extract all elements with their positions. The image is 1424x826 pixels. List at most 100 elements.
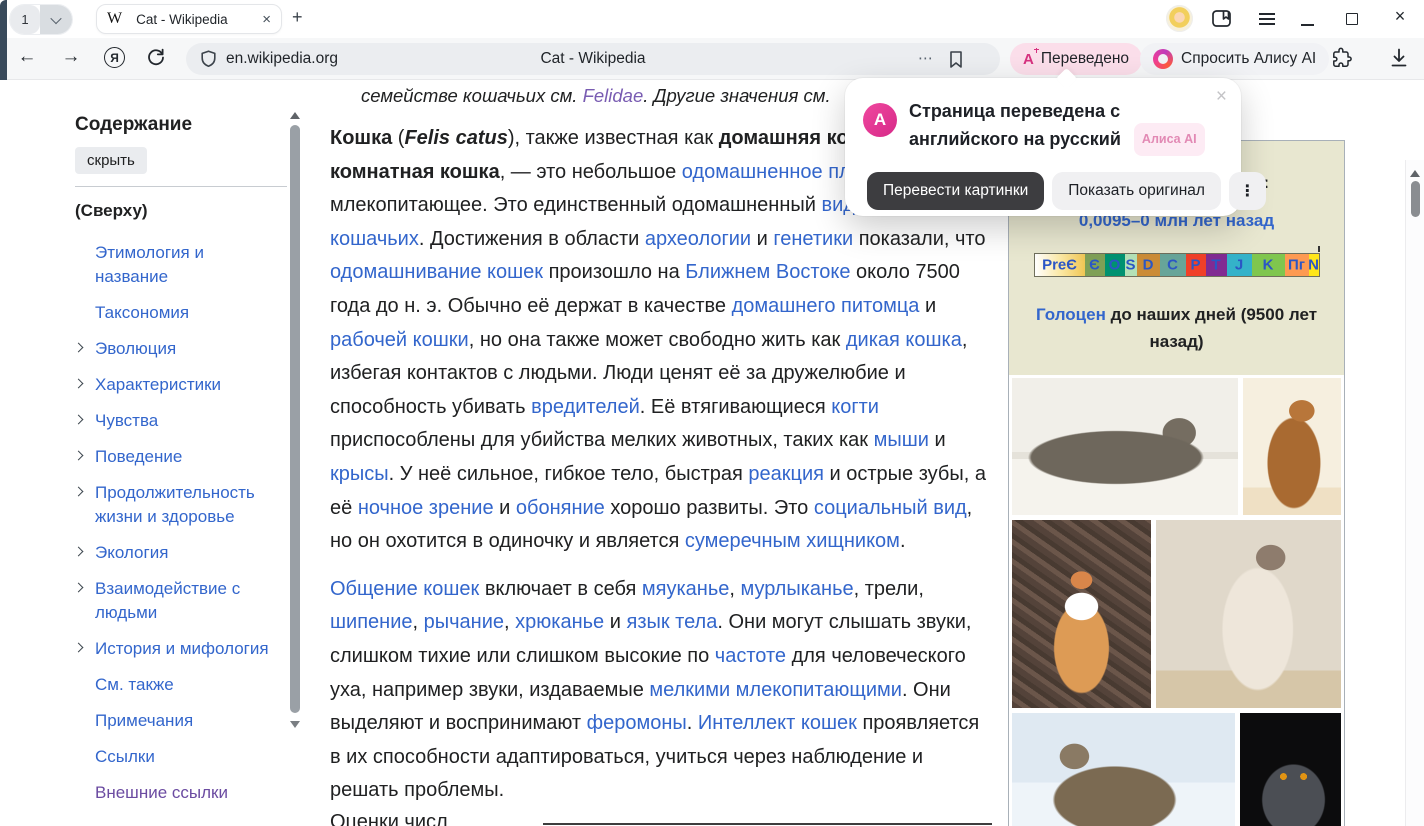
tab-counter[interactable]: 1 <box>10 5 40 34</box>
geologic-timeline[interactable]: PreЄЄOSDCPTJKПгN <box>1034 253 1320 277</box>
translated-button[interactable]: A Переведено <box>1010 43 1142 75</box>
close-window-button[interactable]: × <box>1388 6 1412 27</box>
toc-item-label[interactable]: Ссылки <box>95 747 155 766</box>
toc-item-label[interactable]: История и мифология <box>95 639 269 658</box>
holocene-link[interactable]: Голоцен <box>1036 305 1106 324</box>
timeline-period-PreЄ[interactable]: PreЄ <box>1035 254 1085 276</box>
toc-item[interactable]: Поведение <box>75 445 273 469</box>
chevron-right-icon[interactable] <box>74 379 84 389</box>
page-scrollbar[interactable] <box>1405 160 1424 826</box>
chevron-right-icon[interactable] <box>74 343 84 353</box>
toc-item-label[interactable]: Таксономия <box>95 303 189 322</box>
timeline-period-D[interactable]: D <box>1137 254 1160 276</box>
inline-link[interactable]: мелкими млекопитающими <box>649 679 902 701</box>
inline-link[interactable]: частоте <box>715 645 786 667</box>
cat-photo-siamese-cat[interactable] <box>1156 520 1341 708</box>
toc-item[interactable]: См. также <box>75 673 273 697</box>
cat-photo-abyssinian-cat-sitting[interactable] <box>1243 378 1341 515</box>
inline-link[interactable]: Felidae <box>583 85 644 106</box>
yandex-home-icon[interactable]: Я <box>104 47 125 68</box>
inline-link[interactable]: обоняние <box>516 497 605 519</box>
timeline-period-S[interactable]: S <box>1125 254 1137 276</box>
translate-images-button[interactable]: Перевести картинки <box>867 172 1044 210</box>
inline-link[interactable]: рычание <box>424 611 504 633</box>
inline-link[interactable]: когти <box>831 396 879 418</box>
toc-item-label[interactable]: Экология <box>95 543 168 562</box>
inline-link[interactable]: хрюканье <box>515 611 604 633</box>
tab-cat-wikipedia[interactable]: W Cat - Wikipedia × <box>96 4 282 34</box>
cat-photo-gray-cat-dark[interactable] <box>1240 713 1341 826</box>
chevron-right-icon[interactable] <box>74 487 84 497</box>
show-original-button[interactable]: Показать оригинал <box>1052 172 1221 210</box>
inline-link[interactable]: сумеречным хищником <box>685 530 900 552</box>
toc-item[interactable]: Внешние ссылки <box>75 781 273 805</box>
toc-item[interactable]: Продолжительность жизни и здоровье <box>75 481 273 529</box>
timeline-period-T[interactable]: T <box>1206 254 1227 276</box>
extensions-puzzle-icon[interactable] <box>1330 47 1352 69</box>
inline-link[interactable]: генетики <box>773 228 853 250</box>
address-bar[interactable]: en.wikipedia.org Cat - Wikipedia ⋯ <box>186 43 1000 75</box>
chevron-right-icon[interactable] <box>74 451 84 461</box>
cat-photo-tabby-cat-snow[interactable] <box>1012 713 1235 826</box>
toc-item-label[interactable]: Поведение <box>95 447 182 466</box>
scroll-up-icon[interactable] <box>290 112 300 119</box>
inline-link[interactable]: рабочей кошки <box>330 329 469 351</box>
chevron-right-icon[interactable] <box>74 415 84 425</box>
scroll-down-icon[interactable] <box>290 721 300 728</box>
inline-link[interactable]: социальный вид <box>814 497 967 519</box>
timeline-period-C[interactable]: C <box>1160 254 1186 276</box>
timeline-period-N[interactable]: N <box>1309 254 1319 276</box>
back-icon[interactable]: ← <box>14 46 40 68</box>
toc-item-top[interactable]: (Сверху) <box>75 201 287 221</box>
toc-item[interactable]: Таксономия <box>75 301 273 325</box>
inline-link[interactable]: археологии <box>645 228 751 250</box>
scroll-up-icon[interactable] <box>1410 170 1420 177</box>
toc-item[interactable]: Этимология и название <box>75 241 273 289</box>
toc-item[interactable]: Чувства <box>75 409 273 433</box>
inline-link[interactable]: шипение <box>330 611 413 633</box>
inline-link[interactable]: язык тела <box>626 611 717 633</box>
inline-link[interactable]: дикая кошка <box>846 329 962 351</box>
inline-link[interactable]: домашнего питомца <box>732 295 920 317</box>
new-tab-button[interactable]: + <box>292 7 303 28</box>
timeline-period-J[interactable]: J <box>1227 254 1252 276</box>
toc-item-label[interactable]: См. также <box>95 675 174 694</box>
cat-photo-ginger-white-cat[interactable] <box>1012 520 1151 708</box>
toc-item-label[interactable]: Взаимодействие с людьми <box>95 579 240 622</box>
toc-item[interactable]: Экология <box>75 541 273 565</box>
popup-close-icon[interactable]: × <box>1216 86 1227 108</box>
toc-scrollbar-thumb[interactable] <box>290 125 300 713</box>
timeline-period-K[interactable]: K <box>1252 254 1285 276</box>
inline-link[interactable]: Интеллект кошек <box>698 712 857 734</box>
tab-group-pill[interactable]: 1 <box>10 5 72 34</box>
cat-photo-tabby-cat-lying[interactable] <box>1012 378 1238 515</box>
inline-link[interactable]: крысы <box>330 463 389 485</box>
bookmark-icon[interactable] <box>948 50 964 69</box>
toc-item[interactable]: История и мифология <box>75 637 273 661</box>
timeline-period-Пг[interactable]: Пг <box>1285 254 1309 276</box>
toc-item[interactable]: Характеристики <box>75 373 273 397</box>
reload-icon[interactable] <box>146 47 166 68</box>
downloads-icon[interactable] <box>1390 48 1408 68</box>
chevron-right-icon[interactable] <box>74 643 84 653</box>
toc-item-label[interactable]: Характеристики <box>95 375 221 394</box>
tab-group-chevron-button[interactable] <box>40 5 72 34</box>
inline-link[interactable]: одомашнивание кошек <box>330 261 543 283</box>
tab-close-icon[interactable]: × <box>262 11 271 28</box>
profile-avatar[interactable] <box>1166 5 1193 32</box>
toc-item[interactable]: Ссылки <box>75 745 273 769</box>
menu-icon[interactable] <box>1259 13 1275 25</box>
toc-item-label[interactable]: Продолжительность жизни и здоровье <box>95 483 255 526</box>
minimize-button[interactable] <box>1301 24 1314 26</box>
inline-link[interactable]: мыши <box>874 429 929 451</box>
inline-link[interactable]: мяуканье <box>642 578 729 600</box>
timeline-period-P[interactable]: P <box>1186 254 1206 276</box>
ask-alice-button[interactable]: Спросить Алису AI <box>1140 43 1329 75</box>
toc-item[interactable]: Примечания <box>75 709 273 733</box>
toc-item-label[interactable]: Примечания <box>95 711 193 730</box>
inline-link[interactable]: вредителей <box>531 396 640 418</box>
toc-item-label[interactable]: Этимология и название <box>95 243 204 286</box>
toc-hide-button[interactable]: скрыть <box>75 147 147 174</box>
forward-icon[interactable]: → <box>58 46 84 68</box>
inline-link[interactable]: мурлыканье <box>740 578 853 600</box>
